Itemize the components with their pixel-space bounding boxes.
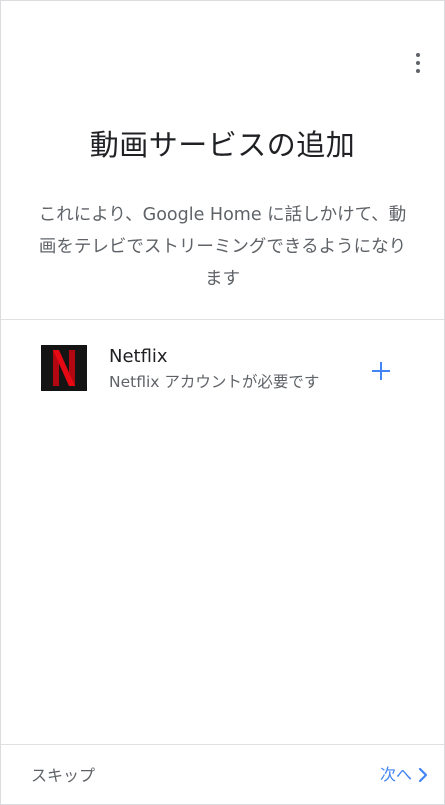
divider: [1, 319, 444, 320]
page-title: 動画サービスの追加: [89, 128, 356, 162]
add-video-services-screen: 動画サービスの追加 これにより、Google Home に話しかけて、動画をテレ…: [0, 0, 445, 805]
plus-icon: [372, 362, 390, 380]
add-service-button[interactable]: [367, 357, 395, 385]
netflix-logo: [41, 345, 87, 391]
chevron-right-icon: [418, 767, 428, 783]
page-description: これにより、Google Home に話しかけて、動画をテレビでストリーミングで…: [38, 205, 407, 289]
menu-dot: [416, 53, 420, 57]
menu-dot: [416, 69, 420, 73]
next-button[interactable]: 次へ: [380, 763, 428, 787]
netflix-n-icon: [53, 350, 75, 386]
next-label: 次へ: [379, 765, 412, 784]
service-description: Netflix アカウントが必要です: [109, 373, 320, 391]
skip-button[interactable]: スキップ: [31, 765, 95, 787]
more-vert-icon[interactable]: [406, 51, 430, 75]
menu-dot: [416, 61, 420, 65]
service-name: Netflix: [109, 346, 168, 367]
footer-divider: [1, 744, 444, 745]
service-row-netflix[interactable]: Netflix Netflix アカウントが必要です: [1, 341, 444, 401]
